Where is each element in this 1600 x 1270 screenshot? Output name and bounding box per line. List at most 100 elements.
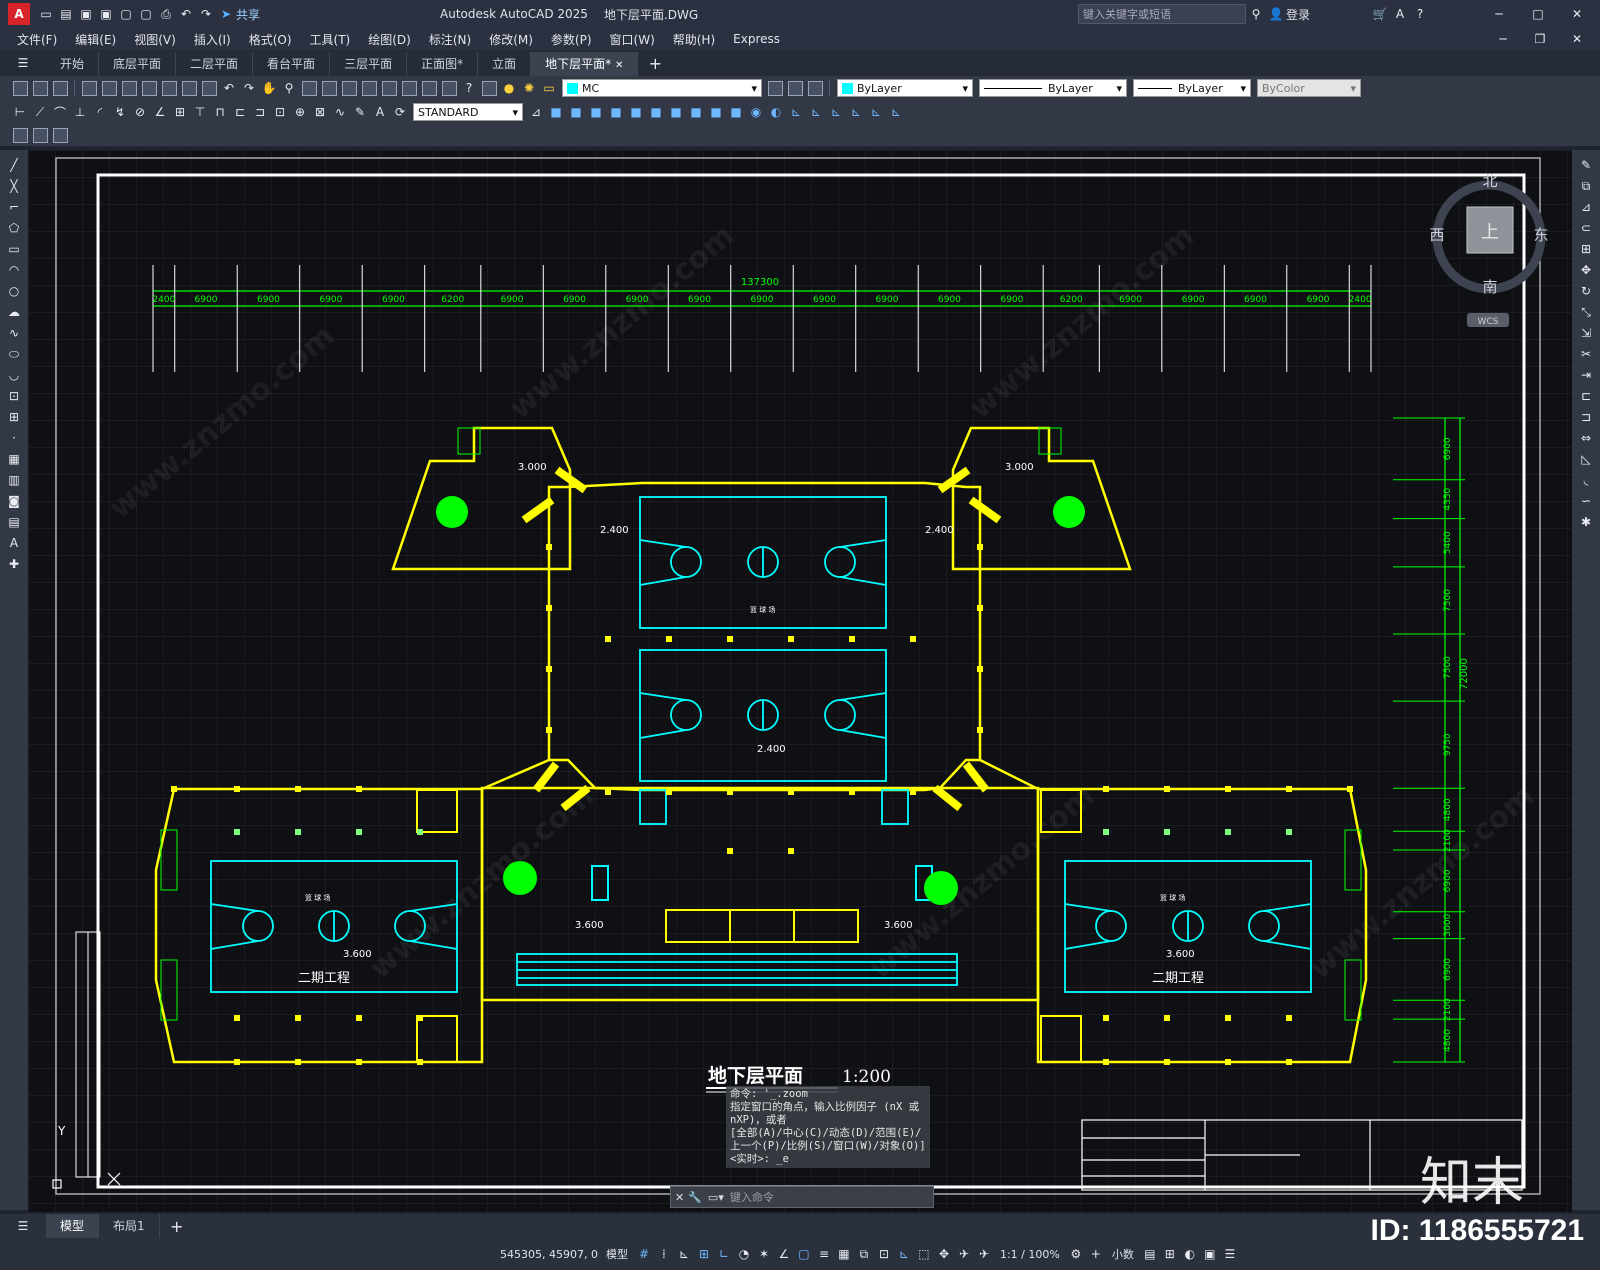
view-bottom-icon[interactable]: ■ (647, 103, 665, 121)
redo-icon[interactable]: ↷ (197, 5, 215, 23)
ucs-view-icon[interactable]: ⊾ (867, 103, 885, 121)
menu-help[interactable]: 帮助(H) (664, 31, 724, 48)
paste-icon[interactable] (180, 79, 198, 97)
annotation-visibility-icon[interactable]: ✈ (955, 1245, 973, 1263)
mirror-icon[interactable]: ⊿ (1577, 198, 1595, 216)
dim-update-icon[interactable]: ⟳ (391, 103, 409, 121)
command-close-icon[interactable]: ✕ (675, 1191, 684, 1204)
menu-express[interactable]: Express (724, 32, 789, 46)
view-left-icon[interactable]: ■ (587, 103, 605, 121)
orbit-icon[interactable]: ◉ (747, 103, 765, 121)
workspace-gear-icon[interactable]: ⚙ (1067, 1245, 1085, 1263)
isolate-objects-icon[interactable]: ◐ (1181, 1245, 1199, 1263)
units-value[interactable]: 小数 (1112, 1246, 1134, 1262)
menu-modify[interactable]: 修改(M) (480, 31, 542, 48)
design-center-icon[interactable] (360, 79, 378, 97)
center-mark-icon[interactable]: ⊕ (291, 103, 309, 121)
sheet-set-icon[interactable] (400, 79, 418, 97)
fillet-icon[interactable]: ◟ (1577, 471, 1595, 489)
zoom-previous-icon[interactable] (320, 79, 338, 97)
autoscale-icon[interactable]: ✈ (975, 1245, 993, 1263)
region-icon[interactable]: ◙ (5, 492, 23, 510)
save-file-icon[interactable] (51, 79, 69, 97)
ordinate-dim-icon[interactable]: ⊥ (71, 103, 89, 121)
zoom-window-icon[interactable] (300, 79, 318, 97)
hatch-icon[interactable]: ▦ (5, 450, 23, 468)
table-icon[interactable]: ▤ (5, 513, 23, 531)
tab-front-view[interactable]: 正面图* (407, 52, 479, 76)
lineweight-icon[interactable]: ≡ (815, 1245, 833, 1263)
tab-ground-floor[interactable]: 底层平面 (99, 52, 177, 76)
gizmo-icon[interactable]: ✥ (935, 1245, 953, 1263)
layer-manager-icon[interactable] (480, 79, 498, 97)
redo-tool-icon[interactable]: ↷ (240, 79, 258, 97)
rectangle-icon[interactable]: ▭ (5, 240, 23, 258)
view-top-icon[interactable]: ■ (627, 103, 645, 121)
undo-tool-icon[interactable]: ↶ (220, 79, 238, 97)
view-nw-icon[interactable]: ■ (727, 103, 745, 121)
dim-text-edit-icon[interactable]: A (371, 103, 389, 121)
chamfer-icon[interactable]: ◺ (1577, 450, 1595, 468)
grid-icon[interactable]: # (635, 1245, 653, 1263)
rotate-icon[interactable]: ↻ (1577, 282, 1595, 300)
markup-icon[interactable] (420, 79, 438, 97)
infer-constraints-icon[interactable]: ⊾ (675, 1245, 693, 1263)
matchprop-icon[interactable] (200, 79, 218, 97)
share-label[interactable]: 共享 (236, 6, 260, 23)
close-icon[interactable]: ✕ (1568, 5, 1586, 23)
menu-file[interactable]: 文件(F) (8, 31, 66, 48)
view-front-icon[interactable]: ■ (547, 103, 565, 121)
explode-icon[interactable]: ✱ (1577, 513, 1595, 531)
polygon-icon[interactable]: ⬠ (5, 219, 23, 237)
user-icon[interactable]: 👤 (1267, 5, 1285, 23)
osnap-tracking-icon[interactable]: ∠ (775, 1245, 793, 1263)
ucs-3point-icon[interactable]: ⊾ (887, 103, 905, 121)
command-input[interactable]: ✕ 🔧 ▭▾ 键入命令 (670, 1186, 934, 1208)
radius-dim-icon[interactable]: ◜ (91, 103, 109, 121)
open-icon[interactable]: ▤ (57, 5, 75, 23)
help-tool-icon[interactable]: ? (460, 79, 478, 97)
menu-tools[interactable]: 工具(T) (301, 31, 360, 48)
selection-filter-icon[interactable]: ⬚ (915, 1245, 933, 1263)
point-icon[interactable]: · (5, 429, 23, 447)
properties-icon[interactable] (340, 79, 358, 97)
tool-palette-icon[interactable] (380, 79, 398, 97)
open-file-icon[interactable] (31, 79, 49, 97)
command-customize-icon[interactable]: 🔧 (688, 1191, 702, 1204)
view-back-icon[interactable]: ■ (567, 103, 585, 121)
dim-edit-icon[interactable]: ✎ (351, 103, 369, 121)
model-space-toggle[interactable]: 模型 (606, 1246, 628, 1262)
construction-line-icon[interactable]: ╳ (5, 177, 23, 195)
menu-insert[interactable]: 插入(I) (185, 31, 240, 48)
qnew-icon[interactable] (11, 79, 29, 97)
layer-previous-icon[interactable] (786, 79, 804, 97)
help-icon[interactable]: ? (1411, 5, 1429, 23)
doc-minimize-icon[interactable]: ─ (1494, 30, 1512, 48)
isodraft-icon[interactable]: ✶ (755, 1245, 773, 1263)
ucs-object-icon[interactable]: ⊾ (847, 103, 865, 121)
attribute-icon[interactable] (51, 126, 69, 144)
dimstyle-icon[interactable]: ⊿ (527, 103, 545, 121)
textstyle-dropdown[interactable]: STANDARD ▾ (413, 103, 523, 121)
drawing-canvas[interactable]: www.znzmo.com www.znzmo.com www.znzmo.co… (28, 150, 1572, 1212)
undo-icon[interactable]: ↶ (177, 5, 195, 23)
linear-dim-icon[interactable]: ⊢ (11, 103, 29, 121)
layer-on-icon[interactable]: ● (500, 79, 518, 97)
pan-icon[interactable]: ✋ (260, 79, 278, 97)
add-layout-icon[interactable]: + (168, 1217, 186, 1236)
copy-icon[interactable] (160, 79, 178, 97)
annotation-scale[interactable]: 1:1 / 100% (1000, 1248, 1060, 1261)
make-block-icon[interactable]: ⊞ (5, 408, 23, 426)
transparency-icon[interactable]: ▦ (835, 1245, 853, 1263)
command-prompt-icon[interactable]: ▭▾ (708, 1191, 724, 1204)
selection-cycling-icon[interactable]: ⧉ (855, 1245, 873, 1263)
arc-length-icon[interactable]: ⌒ (51, 103, 69, 121)
layer-dropdown[interactable]: MC ▾ (562, 79, 762, 97)
ellipse-icon[interactable]: ⬭ (5, 345, 23, 363)
layout-menu-icon[interactable]: ☰ (14, 1217, 32, 1235)
polar-icon[interactable]: ◔ (735, 1245, 753, 1263)
saveas-icon[interactable]: ▣ (97, 5, 115, 23)
3d-osnap-icon[interactable]: ⊡ (875, 1245, 893, 1263)
share-icon[interactable]: ➤ (217, 5, 235, 23)
move-icon[interactable]: ✥ (1577, 261, 1595, 279)
